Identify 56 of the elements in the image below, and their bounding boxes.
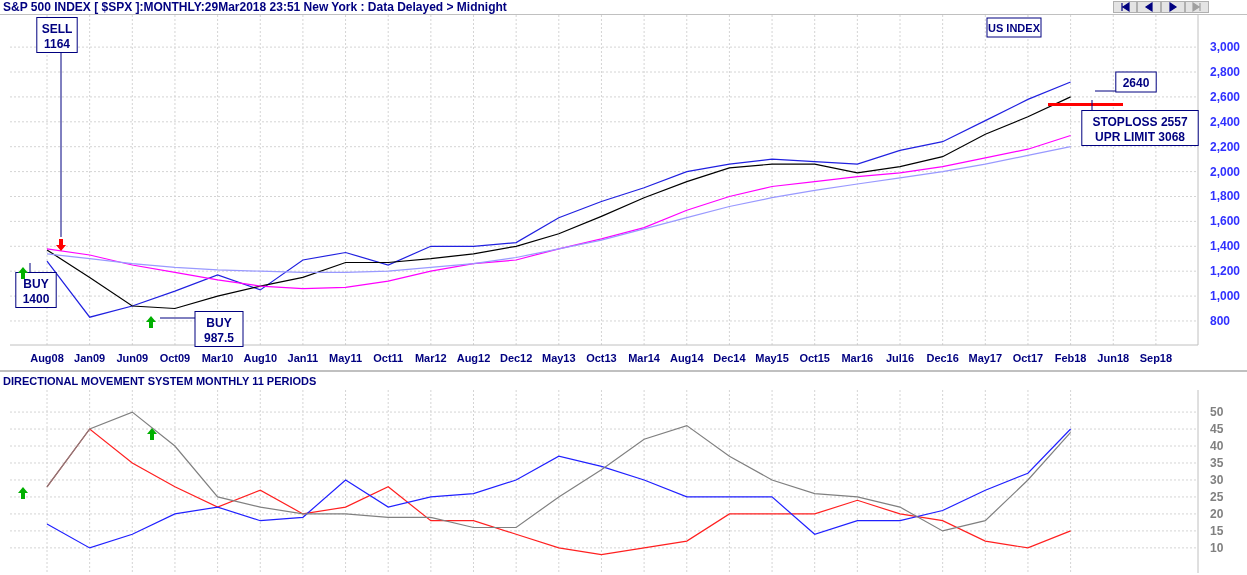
- chart-title: S&P 500 INDEX [ $SPX ]:MONTHLY:29Mar2018 23:51 New York : Data Delayed > Midnight: [3, 0, 507, 14]
- axis-tick-label: 1,800: [1210, 189, 1241, 204]
- axis-tick-label: Aug08: [30, 352, 64, 364]
- annotation-box: BUY 1400: [15, 272, 57, 308]
- axis-tick-label: Aug12: [456, 352, 491, 364]
- axis-tick-label: Oct17: [1012, 352, 1044, 364]
- axis-tick-label: 10: [1210, 540, 1224, 555]
- axis-tick-label: Oct15: [799, 352, 830, 364]
- axis-tick-label: Aug14: [669, 352, 704, 364]
- axis-tick-label: 1,400: [1210, 239, 1241, 254]
- axis-tick-label: Feb18: [1054, 352, 1087, 364]
- axis-tick-label: Dec16: [926, 352, 959, 364]
- axis-tick-label: 35: [1210, 456, 1224, 470]
- axis-tick-label: Jun18: [1097, 352, 1130, 364]
- axis-tick-label: May15: [755, 352, 789, 364]
- axis-tick-label: Jun09: [116, 352, 149, 364]
- axis-tick-label: Oct09: [159, 352, 191, 364]
- axis-tick-label: May13: [542, 352, 576, 364]
- axis-tick-label: 30: [1210, 472, 1224, 487]
- axis-tick-label: 1,600: [1210, 214, 1241, 229]
- axis-tick-label: 40: [1210, 439, 1224, 453]
- axis-tick-label: 50: [1210, 405, 1224, 420]
- axis-tick-label: 2,200: [1210, 139, 1241, 154]
- axis-tick-label: 1,200: [1210, 264, 1241, 279]
- axis-tick-label: May17: [968, 352, 1003, 364]
- axis-tick-label: 20: [1210, 506, 1224, 521]
- axis-tick-label: 2,800: [1210, 65, 1241, 79]
- annotation-box: 2640: [1115, 71, 1157, 93]
- axis-tick-label: Oct11: [373, 352, 404, 364]
- axis-tick-label: May11: [329, 352, 363, 364]
- axis-tick-label: Mar12: [414, 352, 447, 364]
- indicator-title: DIRECTIONAL MOVEMENT SYSTEM MONTHLY 11 PERIODS: [3, 373, 317, 389]
- axis-tick-label: Jan09: [74, 352, 106, 364]
- axis-tick-label: Oct13: [586, 352, 617, 364]
- axis-tick-label: 2,400: [1210, 114, 1241, 129]
- axis-tick-label: Sep18: [1139, 352, 1173, 364]
- axis-tick-label: 25: [1210, 489, 1224, 504]
- annotation-box: STOPLOSS 2557 UPR LIMIT 3068: [1081, 110, 1199, 146]
- axis-tick-label: Jan11: [287, 352, 319, 364]
- axis-tick-label: 800: [1210, 314, 1231, 328]
- axis-tick-label: Aug10: [243, 352, 278, 364]
- annotation-box: BUY 987.5: [194, 311, 244, 347]
- axis-tick-label: Dec14: [713, 352, 746, 364]
- axis-tick-label: 45: [1210, 422, 1224, 437]
- axis-tick-label: 2,000: [1210, 164, 1241, 179]
- axis-tick-label: 1,000: [1210, 289, 1241, 304]
- axis-tick-label: 2,600: [1210, 89, 1241, 104]
- annotation-box: SELL 1164: [36, 17, 78, 53]
- axis-tick-label: Mar10: [201, 352, 234, 364]
- axis-tick-label: Jul16: [885, 352, 915, 364]
- axis-tick-label: Mar14: [628, 352, 660, 364]
- axis-tick-label: Dec12: [499, 352, 533, 364]
- axis-tick-label: Mar16: [841, 352, 874, 364]
- axis-tick-label: 3,000: [1210, 40, 1241, 55]
- axis-tick-label: 15: [1210, 523, 1224, 538]
- chart-label: US INDEX: [986, 17, 1042, 38]
